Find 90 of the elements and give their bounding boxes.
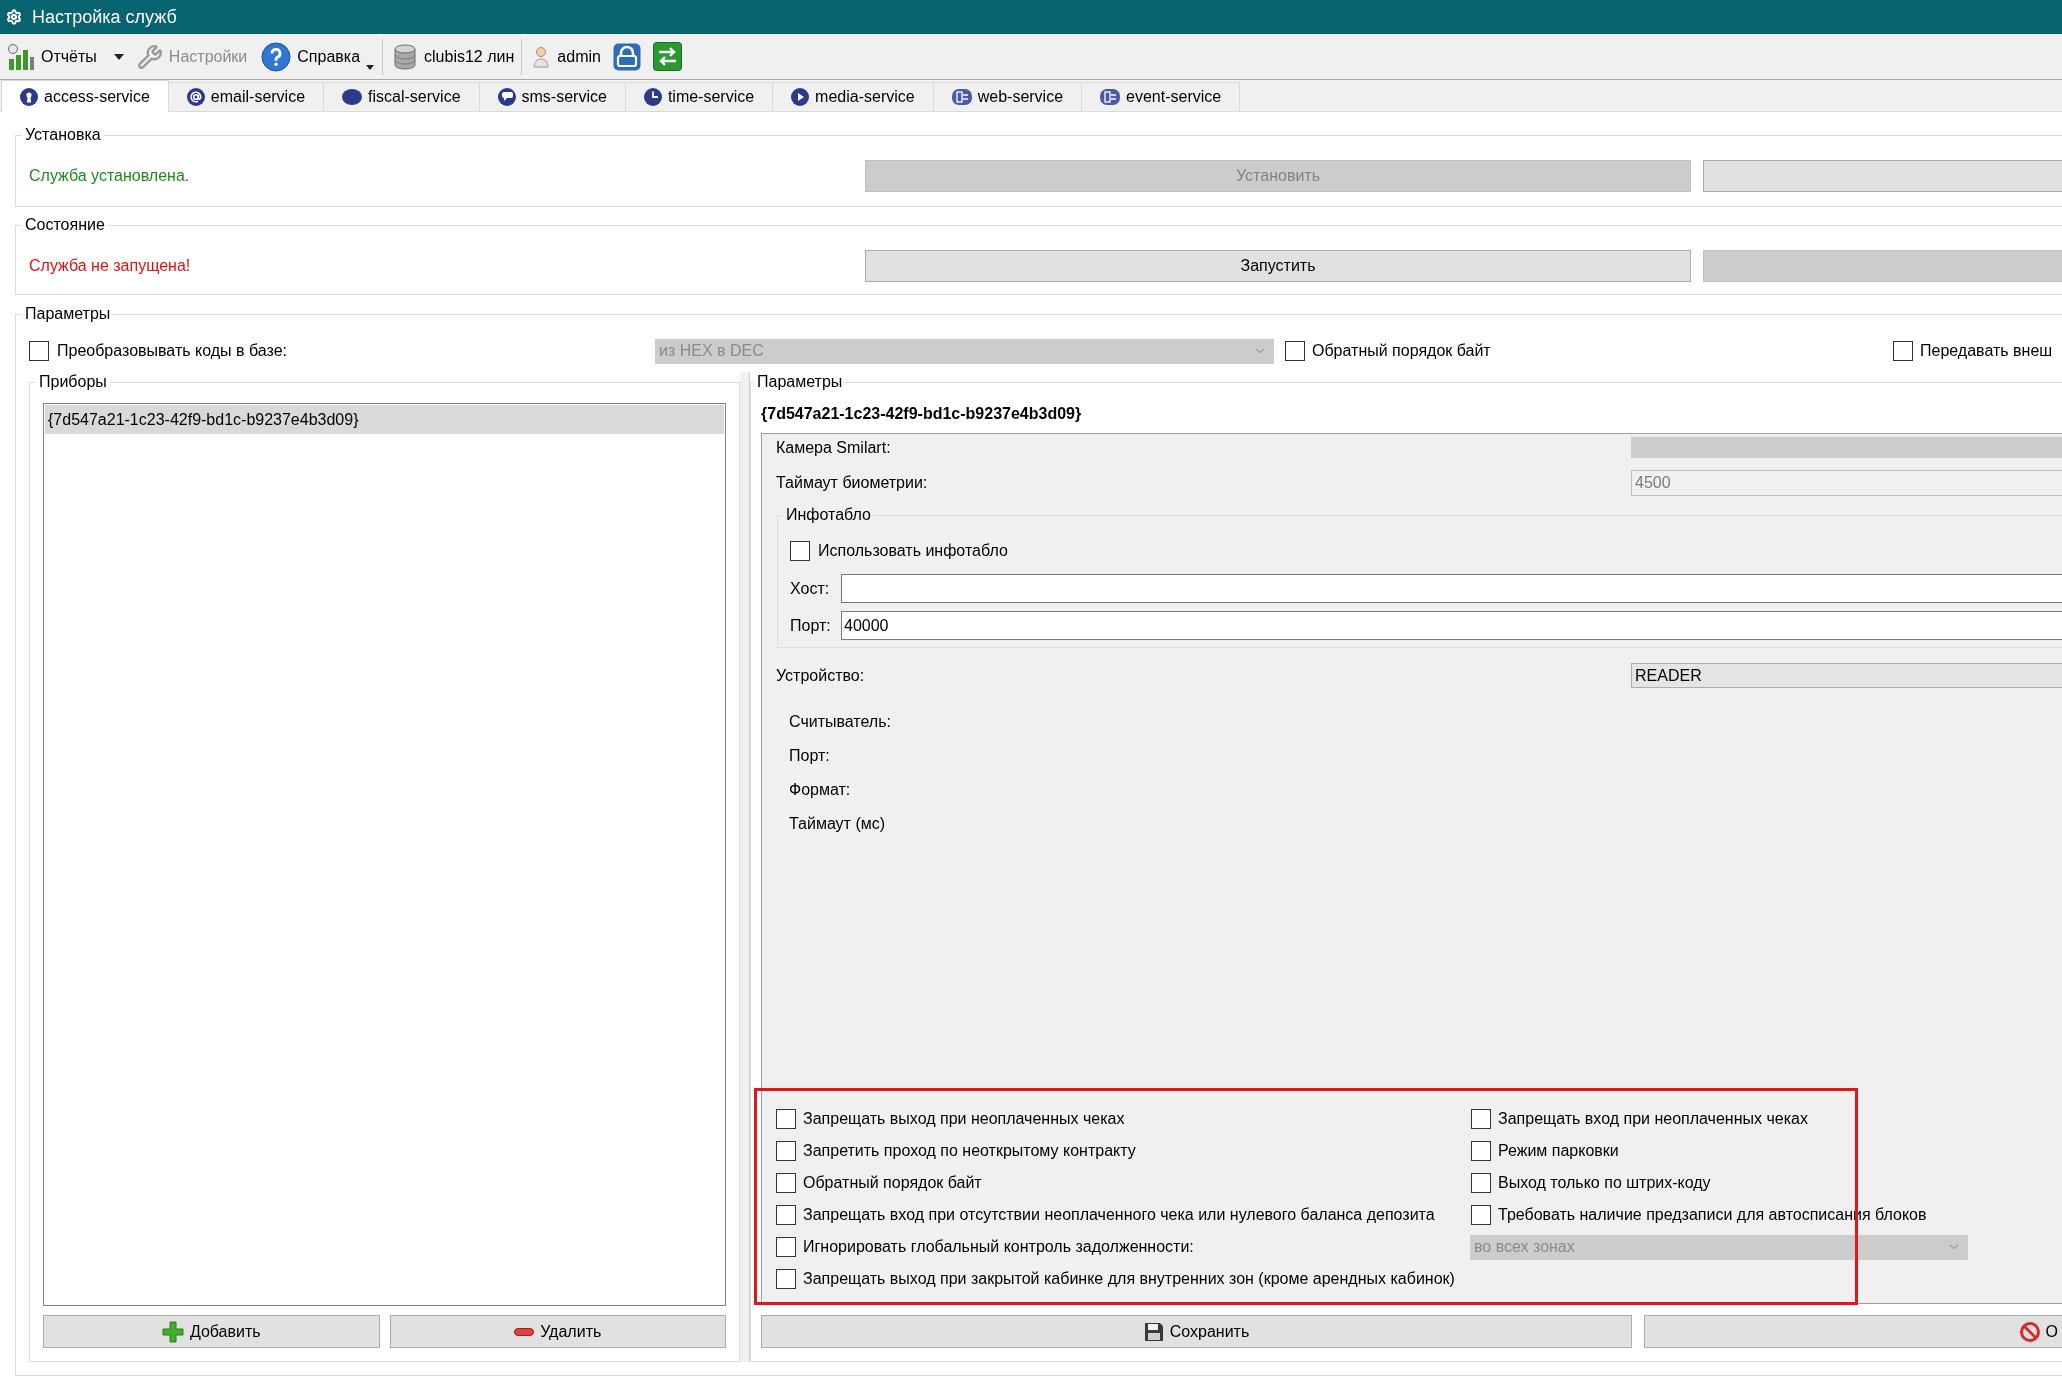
checkbox-label: Запрещать вход при неоплаченных чеках [1498,1109,1808,1129]
play-icon [791,88,810,106]
toolbar-label: clubis12 лин [424,46,515,67]
checkbox-label: Запрещать вход при отсутствии неоплаченного чека или нулевого баланса депозита [803,1205,1435,1225]
bar-chart-icon [7,42,35,71]
checkbox-label: Запрещать выход при закрытой кабинке для внутренних зон (кроме арендных кабинок) [803,1269,1455,1289]
checkbox[interactable] [1471,1205,1491,1225]
oval-icon [342,89,363,105]
field-label: Считыватель: [789,712,891,732]
checkbox[interactable] [1471,1173,1491,1193]
checkbox[interactable] [790,541,810,561]
plus-icon [161,1320,184,1343]
checkbox[interactable] [776,1205,796,1225]
group-title: Параметры [24,304,112,324]
database-icon [394,43,417,70]
tab[interactable]: media-service [773,82,934,111]
list-item[interactable]: {7d547a21-1c23-42f9-bd1c-b9237e4b3d09} [45,405,724,434]
tab[interactable]: fiscal-service [324,82,480,111]
swap-arrows-icon [652,42,682,71]
button[interactable]: Удалить [389,1315,726,1348]
window-title: Настройка служб [32,5,177,29]
keyhole-icon [20,87,38,106]
button[interactable]: Запустить [865,250,1691,282]
tab[interactable]: email-service [168,82,325,111]
user-icon [533,45,550,68]
speech-bubble-icon [497,88,516,106]
server-icon [951,89,972,105]
tab[interactable]: web-service [933,82,1083,111]
checkbox[interactable] [776,1109,796,1129]
checkbox[interactable] [1471,1141,1491,1161]
group-title: Приборы [38,372,108,392]
toolbar-button[interactable]: Отчёты [6,38,98,75]
toolbar-button[interactable] [612,42,641,71]
checkbox-label: Преобразовывать коды в базе: [57,341,287,361]
checkbox-label: Передавать внеш [1920,341,2053,361]
toolbar-button[interactable]: Справка [260,38,376,75]
field-label: Таймаут (мс) [789,814,886,834]
caret-down-icon [113,53,124,60]
lock-icon [612,42,641,71]
button[interactable]: Сохранить [761,1315,1632,1348]
checkbox[interactable] [1471,1109,1491,1129]
help-icon [261,41,292,72]
at-sign-icon [186,88,205,106]
checkbox-label: Режим парковки [1498,1141,1619,1161]
group-title: Установка [24,125,102,145]
button[interactable]: О [1644,1315,2062,1348]
button[interactable]: Добавить [43,1315,380,1348]
field-label: Таймаут биометрии: [776,473,929,493]
field-label: Устройство: [776,665,866,686]
checkbox[interactable] [776,1237,796,1257]
wrench-icon [136,43,163,70]
checkbox[interactable] [1285,341,1305,361]
checkbox-label: Игнорировать глобальный контроль задолженности: [803,1237,1194,1257]
field-label: Камера Smilart: [776,437,892,458]
minus-icon [514,1327,535,1336]
field-label: Формат: [789,780,851,800]
tab[interactable]: access-service [1,80,169,112]
checkbox-label: Использовать инфотабло [818,541,1008,561]
clock-icon [643,88,662,106]
tab[interactable]: time-service [625,82,774,111]
checkbox-label: Выход только по штрих-коду [1498,1173,1711,1193]
gear-icon [6,9,22,25]
checkbox[interactable] [29,341,49,361]
toolbar-button[interactable] [652,42,682,71]
group-title: Параметры [756,372,844,392]
field-label: Порт: [789,746,830,766]
status-text: Служба не запущена! [29,257,191,274]
field-label: Хост: [790,578,831,599]
checkbox[interactable] [776,1141,796,1161]
group-title: Инфотабло [785,505,872,525]
server-icon [1100,89,1121,105]
group-title: Состояние [24,215,106,235]
checkbox-label: Обратный порядок байт [1312,341,1491,361]
checkbox-label: Запретить проход по неоткрытому контракту [803,1141,1136,1161]
device-id: {7d547a21-1c23-42f9-bd1c-b9237e4b3d09} [761,404,1082,424]
caret-down-icon [366,64,375,70]
checkbox[interactable] [1893,341,1913,361]
checkbox-label: Обратный порядок байт [803,1173,982,1193]
checkbox[interactable] [776,1269,796,1289]
status-text: Служба установлена. [29,167,190,184]
field-label: Порт: [790,615,832,636]
checkbox[interactable] [776,1173,796,1193]
input-field[interactable] [841,574,2062,603]
checkbox-label: Запрещать выход при неоплаченных чеках [803,1109,1125,1129]
prohibited-icon [2019,1321,2040,1342]
input-field[interactable]: 40000 [841,611,2062,640]
tab[interactable]: event-service [1082,82,1241,111]
dropdown[interactable]: READER [1631,663,2062,688]
tab[interactable]: sms-service [479,82,626,111]
toolbar-label: admin [557,46,601,67]
